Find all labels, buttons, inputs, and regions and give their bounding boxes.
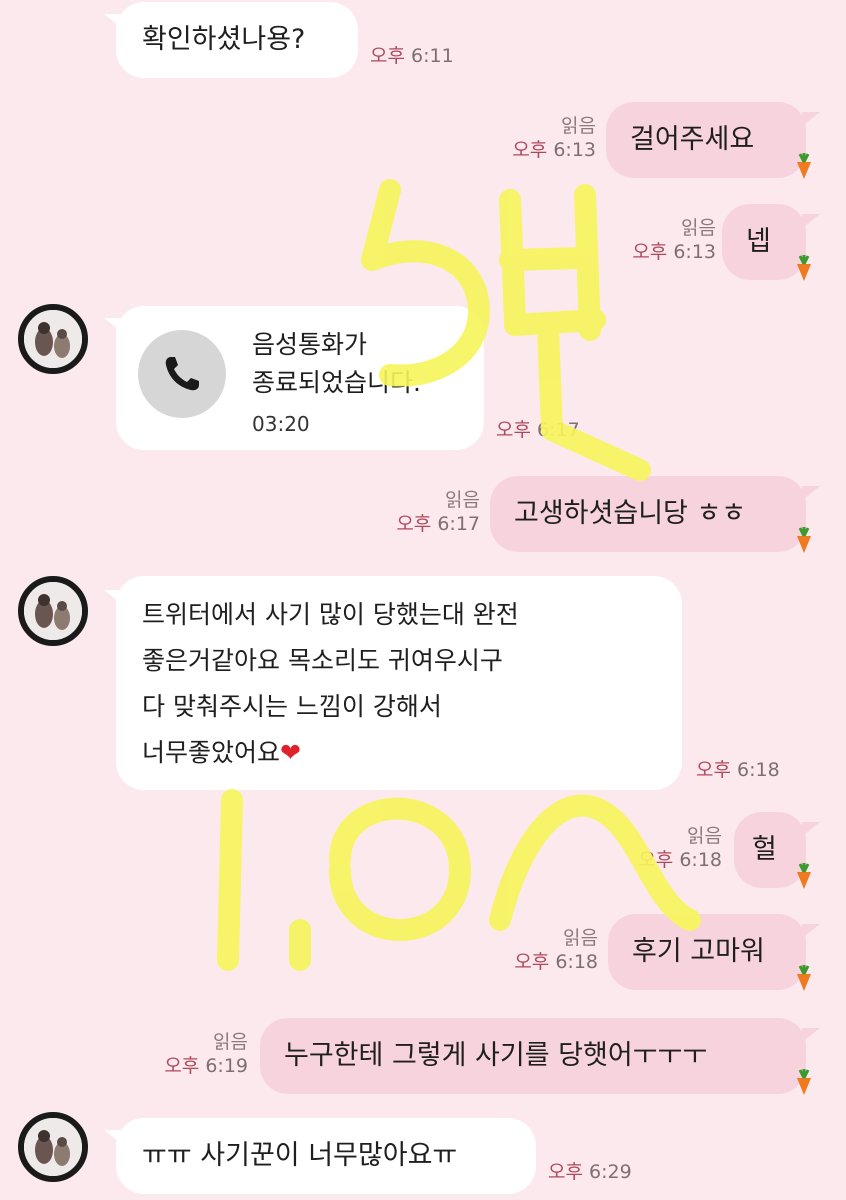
read-indicator: 읽음 bbox=[445, 489, 480, 511]
message-line: 좋은거같아요 목소리도 귀여우시구 bbox=[142, 646, 503, 675]
bubble-tail bbox=[802, 214, 820, 228]
message-meta: 읽음 오후 6:13 bbox=[502, 114, 596, 162]
call-icon-circle bbox=[138, 330, 226, 418]
bubble-tail bbox=[104, 318, 122, 332]
message-meta: 읽음 오후 6:18 bbox=[634, 824, 722, 872]
message-text: ㅠㅠ 사기꾼이 너무많아요ㅠ bbox=[142, 1140, 458, 1171]
avatar[interactable] bbox=[18, 1112, 88, 1182]
read-indicator: 읽음 bbox=[687, 825, 722, 847]
message-bubble-outgoing[interactable]: 후기 고마워 bbox=[608, 914, 806, 990]
bubble-tail bbox=[802, 486, 820, 500]
message-meta: 읽음 오후 6:13 bbox=[622, 216, 716, 264]
heart-emoji: ❤ bbox=[280, 738, 301, 767]
message-bubble-outgoing[interactable]: 걸어주세요 bbox=[606, 102, 806, 178]
bubble-tail bbox=[104, 590, 122, 604]
message-timestamp: 오후 6:11 bbox=[370, 45, 454, 67]
message-text: 후기 고마워 bbox=[632, 936, 765, 967]
message-bubble-incoming[interactable]: 트위터에서 사기 많이 당했는대 완전 좋은거같아요 목소리도 귀여우시구 다 … bbox=[116, 576, 682, 790]
message-meta: 읽음 오후 6:19 bbox=[160, 1030, 248, 1078]
carrot-icon bbox=[797, 153, 811, 179]
message-bubble-incoming[interactable]: 확인하셨나용? bbox=[116, 2, 358, 78]
bubble-tail bbox=[802, 822, 820, 836]
message-bubble-incoming[interactable]: ㅠㅠ 사기꾼이 너무많아요ㅠ bbox=[116, 1118, 536, 1194]
read-indicator: 읽음 bbox=[563, 927, 598, 949]
avatar[interactable] bbox=[18, 576, 88, 646]
message-text: 헐 bbox=[752, 834, 777, 865]
message-timestamp: 오후 6:29 bbox=[548, 1161, 632, 1183]
message-text: 확인하셨나용? bbox=[142, 24, 306, 55]
call-duration: 03:20 bbox=[252, 412, 310, 436]
carrot-icon bbox=[797, 1069, 811, 1095]
message-bubble-outgoing[interactable]: 고생하셧습니당 ㅎㅎ bbox=[490, 476, 806, 552]
phone-icon bbox=[165, 357, 199, 391]
message-text: 누구한테 그렇게 사기를 당햇어ㅜㅜㅜ bbox=[284, 1040, 708, 1071]
avatar-image bbox=[24, 582, 82, 640]
bubble-tail bbox=[802, 1028, 820, 1042]
message-text: 넵 bbox=[746, 226, 771, 257]
bubble-tail bbox=[802, 924, 820, 938]
read-indicator: 읽음 bbox=[681, 217, 716, 239]
avatar[interactable] bbox=[18, 304, 88, 374]
message-line: 너무좋았어요❤ bbox=[142, 738, 301, 767]
bubble-tail bbox=[104, 1130, 122, 1144]
message-text: 걸어주세요 bbox=[630, 124, 755, 155]
message-timestamp: 오후 6:18 bbox=[696, 759, 780, 781]
carrot-icon bbox=[797, 863, 811, 889]
voice-call-card[interactable]: 음성통화가 종료되었습니다. 03:20 bbox=[116, 306, 484, 450]
carrot-icon bbox=[797, 965, 811, 991]
message-meta: 읽음 오후 6:18 bbox=[510, 926, 598, 974]
message-line: 다 맞춰주시는 느낌이 강해서 bbox=[142, 692, 442, 721]
message-meta: 읽음 오후 6:17 bbox=[392, 488, 480, 536]
message-text: 고생하셧습니당 ㅎㅎ bbox=[514, 498, 747, 529]
bubble-tail bbox=[802, 112, 820, 126]
call-status-text: 음성통화가 종료되었습니다. bbox=[252, 330, 421, 397]
message-line: 트위터에서 사기 많이 당했는대 완전 bbox=[142, 600, 519, 629]
read-indicator: 읽음 bbox=[561, 115, 596, 137]
bubble-tail bbox=[104, 14, 122, 28]
message-bubble-outgoing[interactable]: 누구한테 그렇게 사기를 당햇어ㅜㅜㅜ bbox=[260, 1018, 806, 1094]
avatar-image bbox=[24, 310, 82, 368]
read-indicator: 읽음 bbox=[213, 1031, 248, 1053]
message-timestamp: 오후 6:17 bbox=[496, 419, 580, 441]
avatar-image bbox=[24, 1118, 82, 1176]
carrot-icon bbox=[797, 527, 811, 553]
carrot-icon bbox=[797, 255, 811, 281]
